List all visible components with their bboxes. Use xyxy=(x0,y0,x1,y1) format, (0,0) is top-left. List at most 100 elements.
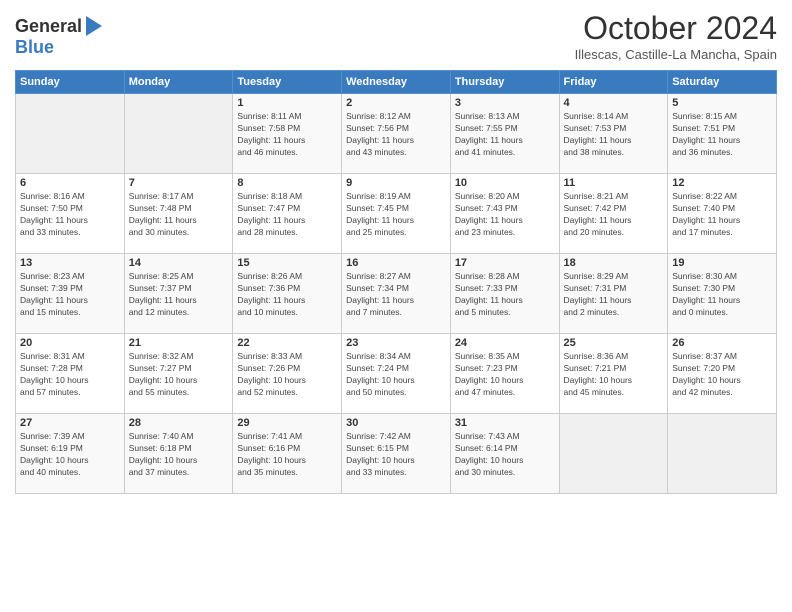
calendar-cell: 27Sunrise: 7:39 AM Sunset: 6:19 PM Dayli… xyxy=(16,414,125,494)
day-number: 31 xyxy=(455,417,555,429)
calendar-cell: 20Sunrise: 8:31 AM Sunset: 7:28 PM Dayli… xyxy=(16,334,125,414)
day-info: Sunrise: 8:30 AM Sunset: 7:30 PM Dayligh… xyxy=(672,271,772,319)
location-subtitle: Illescas, Castille-La Mancha, Spain xyxy=(575,47,777,62)
calendar-cell: 1 Sunrise: 8:11 AM Sunset: 7:58 PM Daylig… xyxy=(233,94,342,174)
calendar-cell: 12Sunrise: 8:22 AM Sunset: 7:40 PM Dayli… xyxy=(668,174,777,254)
calendar-cell: 8 Sunrise: 8:18 AM Sunset: 7:47 PM Daylig… xyxy=(233,174,342,254)
day-info: Sunrise: 8:17 AM Sunset: 7:48 PM Dayligh… xyxy=(129,191,229,239)
day-number: 19 xyxy=(672,257,772,269)
day-info: Sunrise: 8:27 AM Sunset: 7:34 PM Dayligh… xyxy=(346,271,446,319)
day-number: 16 xyxy=(346,257,446,269)
calendar-table: SundayMondayTuesdayWednesdayThursdayFrid… xyxy=(15,70,777,494)
day-info: Sunrise: 8:13 AM Sunset: 7:55 PM Dayligh… xyxy=(455,111,555,159)
day-info: Sunrise: 7:42 AM Sunset: 6:15 PM Dayligh… xyxy=(346,431,446,479)
day-info: Sunrise: 8:19 AM Sunset: 7:45 PM Dayligh… xyxy=(346,191,446,239)
day-info: Sunrise: 8:28 AM Sunset: 7:33 PM Dayligh… xyxy=(455,271,555,319)
day-info: Sunrise: 8:11 AM Sunset: 7:58 PM Dayligh… xyxy=(237,111,337,159)
calendar-cell: 23 Sunrise: 8:34 AM Sunset: 7:24 PM Dayli… xyxy=(342,334,451,414)
weekday-header-wednesday: Wednesday xyxy=(342,71,451,94)
main-container: General Blue October 2024 Illescas, Cast… xyxy=(0,0,792,504)
calendar-cell: 16 Sunrise: 8:27 AM Sunset: 7:34 PM Dayli… xyxy=(342,254,451,334)
day-info: Sunrise: 8:29 AM Sunset: 7:31 PM Dayligh… xyxy=(564,271,664,319)
day-info: Sunrise: 8:21 AM Sunset: 7:42 PM Dayligh… xyxy=(564,191,664,239)
day-number: 18 xyxy=(564,257,664,269)
calendar-week-5: 27Sunrise: 7:39 AM Sunset: 6:19 PM Dayli… xyxy=(16,414,777,494)
day-number: 2 xyxy=(346,97,446,109)
calendar-week-1: 1 Sunrise: 8:11 AM Sunset: 7:58 PM Daylig… xyxy=(16,94,777,174)
calendar-cell: 30 Sunrise: 7:42 AM Sunset: 6:15 PM Dayli… xyxy=(342,414,451,494)
day-number: 8 xyxy=(237,177,337,189)
day-info: Sunrise: 8:22 AM Sunset: 7:40 PM Dayligh… xyxy=(672,191,772,239)
calendar-week-2: 6 Sunrise: 8:16 AM Sunset: 7:50 PM Daylig… xyxy=(16,174,777,254)
day-number: 21 xyxy=(129,337,229,349)
day-info: Sunrise: 8:16 AM Sunset: 7:50 PM Dayligh… xyxy=(20,191,120,239)
day-info: Sunrise: 8:26 AM Sunset: 7:36 PM Dayligh… xyxy=(237,271,337,319)
calendar-cell xyxy=(668,414,777,494)
day-number: 23 xyxy=(346,337,446,349)
calendar-cell: 5 Sunrise: 8:15 AM Sunset: 7:51 PM Daylig… xyxy=(668,94,777,174)
day-number: 1 xyxy=(237,97,337,109)
day-number: 15 xyxy=(237,257,337,269)
calendar-week-4: 20Sunrise: 8:31 AM Sunset: 7:28 PM Dayli… xyxy=(16,334,777,414)
day-info: Sunrise: 8:15 AM Sunset: 7:51 PM Dayligh… xyxy=(672,111,772,159)
day-info: Sunrise: 7:43 AM Sunset: 6:14 PM Dayligh… xyxy=(455,431,555,479)
day-number: 5 xyxy=(672,97,772,109)
calendar-cell: 25 Sunrise: 8:36 AM Sunset: 7:21 PM Dayli… xyxy=(559,334,668,414)
day-number: 14 xyxy=(129,257,229,269)
day-number: 9 xyxy=(346,177,446,189)
calendar-cell: 26 Sunrise: 8:37 AM Sunset: 7:20 PM Dayli… xyxy=(668,334,777,414)
calendar-cell: 31 Sunrise: 7:43 AM Sunset: 6:14 PM Dayli… xyxy=(450,414,559,494)
calendar-cell: 11Sunrise: 8:21 AM Sunset: 7:42 PM Dayli… xyxy=(559,174,668,254)
weekday-header-saturday: Saturday xyxy=(668,71,777,94)
month-title: October 2024 xyxy=(575,10,777,47)
day-number: 27 xyxy=(20,417,120,429)
calendar-cell: 28 Sunrise: 7:40 AM Sunset: 6:18 PM Dayli… xyxy=(124,414,233,494)
calendar-cell: 7 Sunrise: 8:17 AM Sunset: 7:48 PM Daylig… xyxy=(124,174,233,254)
header: General Blue October 2024 Illescas, Cast… xyxy=(15,10,777,62)
day-number: 10 xyxy=(455,177,555,189)
day-info: Sunrise: 8:34 AM Sunset: 7:24 PM Dayligh… xyxy=(346,351,446,399)
day-number: 24 xyxy=(455,337,555,349)
day-info: Sunrise: 8:35 AM Sunset: 7:23 PM Dayligh… xyxy=(455,351,555,399)
title-block: October 2024 Illescas, Castille-La Manch… xyxy=(575,10,777,62)
calendar-cell xyxy=(124,94,233,174)
logo: General Blue xyxy=(15,14,104,58)
calendar-cell: 29 Sunrise: 7:41 AM Sunset: 6:16 PM Dayli… xyxy=(233,414,342,494)
logo-text-general: General xyxy=(15,17,82,35)
day-number: 29 xyxy=(237,417,337,429)
day-number: 22 xyxy=(237,337,337,349)
calendar-cell xyxy=(16,94,125,174)
day-info: Sunrise: 8:37 AM Sunset: 7:20 PM Dayligh… xyxy=(672,351,772,399)
calendar-cell: 2Sunrise: 8:12 AM Sunset: 7:56 PM Daylig… xyxy=(342,94,451,174)
calendar-cell: 17 Sunrise: 8:28 AM Sunset: 7:33 PM Dayli… xyxy=(450,254,559,334)
day-number: 13 xyxy=(20,257,120,269)
calendar-cell: 24 Sunrise: 8:35 AM Sunset: 7:23 PM Dayli… xyxy=(450,334,559,414)
calendar-cell: 3Sunrise: 8:13 AM Sunset: 7:55 PM Daylig… xyxy=(450,94,559,174)
day-number: 26 xyxy=(672,337,772,349)
calendar-cell: 15 Sunrise: 8:26 AM Sunset: 7:36 PM Dayli… xyxy=(233,254,342,334)
day-info: Sunrise: 7:41 AM Sunset: 6:16 PM Dayligh… xyxy=(237,431,337,479)
calendar-header: SundayMondayTuesdayWednesdayThursdayFrid… xyxy=(16,71,777,94)
calendar-cell: 4 Sunrise: 8:14 AM Sunset: 7:53 PM Daylig… xyxy=(559,94,668,174)
day-info: Sunrise: 8:14 AM Sunset: 7:53 PM Dayligh… xyxy=(564,111,664,159)
day-info: Sunrise: 8:25 AM Sunset: 7:37 PM Dayligh… xyxy=(129,271,229,319)
calendar-cell: 10 Sunrise: 8:20 AM Sunset: 7:43 PM Dayli… xyxy=(450,174,559,254)
day-number: 30 xyxy=(346,417,446,429)
day-number: 28 xyxy=(129,417,229,429)
day-info: Sunrise: 8:32 AM Sunset: 7:27 PM Dayligh… xyxy=(129,351,229,399)
calendar-cell: 21 Sunrise: 8:32 AM Sunset: 7:27 PM Dayli… xyxy=(124,334,233,414)
logo-icon xyxy=(84,14,104,38)
day-info: Sunrise: 8:18 AM Sunset: 7:47 PM Dayligh… xyxy=(237,191,337,239)
day-number: 6 xyxy=(20,177,120,189)
day-info: Sunrise: 8:23 AM Sunset: 7:39 PM Dayligh… xyxy=(20,271,120,319)
day-number: 25 xyxy=(564,337,664,349)
day-info: Sunrise: 8:36 AM Sunset: 7:21 PM Dayligh… xyxy=(564,351,664,399)
day-info: Sunrise: 7:40 AM Sunset: 6:18 PM Dayligh… xyxy=(129,431,229,479)
calendar-cell: 14 Sunrise: 8:25 AM Sunset: 7:37 PM Dayli… xyxy=(124,254,233,334)
calendar-cell: 18 Sunrise: 8:29 AM Sunset: 7:31 PM Dayli… xyxy=(559,254,668,334)
calendar-week-3: 13 Sunrise: 8:23 AM Sunset: 7:39 PM Dayli… xyxy=(16,254,777,334)
day-number: 4 xyxy=(564,97,664,109)
day-number: 17 xyxy=(455,257,555,269)
day-info: Sunrise: 8:20 AM Sunset: 7:43 PM Dayligh… xyxy=(455,191,555,239)
day-number: 7 xyxy=(129,177,229,189)
